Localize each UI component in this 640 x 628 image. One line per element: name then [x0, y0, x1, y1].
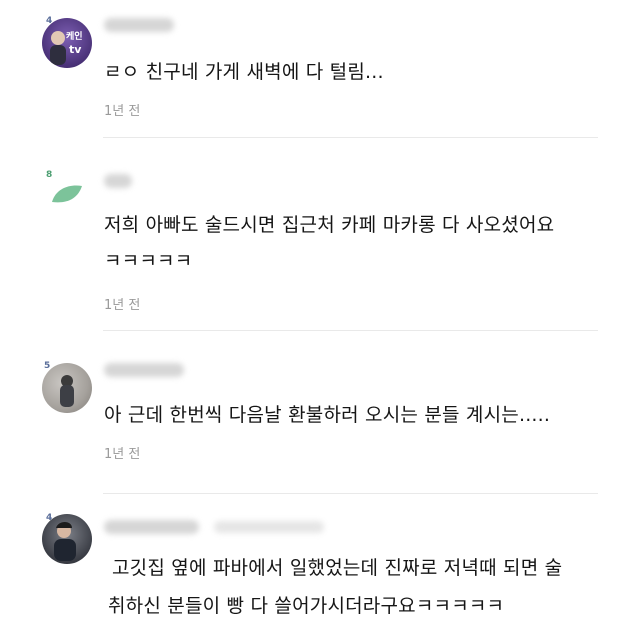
comment-time: 1년 전	[104, 298, 141, 313]
avatar-text-bottom: tv	[69, 43, 82, 56]
comment-item: 5 아 근데 한번씩 다음날 환불하러 오시는 분들 계시는..... 1년 전	[0, 333, 640, 493]
avatar-person-icon	[54, 522, 76, 561]
divider	[103, 493, 598, 494]
comment-text: ㄹㅇ 친구네 가게 새벽에 다 털림...	[104, 61, 384, 83]
level-badge: 8	[46, 170, 53, 180]
divider	[103, 137, 598, 138]
avatar[interactable]	[42, 363, 92, 413]
leaf-icon	[52, 185, 82, 203]
avatar-text-top: 케인	[66, 32, 83, 42]
comment-time: 1년 전	[104, 104, 141, 119]
comment-item: 8 저희 아빠도 술드시면 집근처 카페 마카롱 다 사오셨어요 ㅋㅋㅋㅋㅋ 1…	[0, 140, 640, 330]
username[interactable]	[104, 363, 184, 377]
divider	[103, 330, 598, 331]
avatar[interactable]	[42, 514, 92, 564]
comment-text: 저희 아빠도 술드시면 집근처 카페 마카롱 다 사오셨어요	[104, 214, 555, 236]
username-secondary	[214, 521, 324, 533]
comment-text-line2: 취하신 분들이 빵 다 쓸어가시더라구요ㅋㅋㅋㅋㅋ	[108, 595, 505, 617]
avatar[interactable]: 케인 tv	[42, 18, 92, 68]
comment-item: 4 고깃집 옆에 파바에서 일했었는데 진짜로 저녁때 되면 술 취하신 분들이…	[0, 496, 640, 628]
comment-text-line2: ㅋㅋㅋㅋㅋ	[104, 250, 193, 272]
avatar-person-icon	[60, 375, 74, 407]
avatar-person-icon	[50, 31, 66, 65]
comment-time: 1년 전	[104, 447, 141, 462]
comment-text: 아 근데 한번씩 다음날 환불하러 오시는 분들 계시는.....	[104, 404, 551, 426]
comment-item: 4 케인 tv ㄹㅇ 친구네 가게 새벽에 다 털림... 1년 전	[0, 0, 640, 140]
username[interactable]	[104, 18, 174, 32]
username[interactable]	[104, 174, 132, 188]
username[interactable]	[104, 520, 199, 534]
comment-text: 고깃집 옆에 파바에서 일했었는데 진짜로 저녁때 되면 술	[112, 557, 563, 579]
